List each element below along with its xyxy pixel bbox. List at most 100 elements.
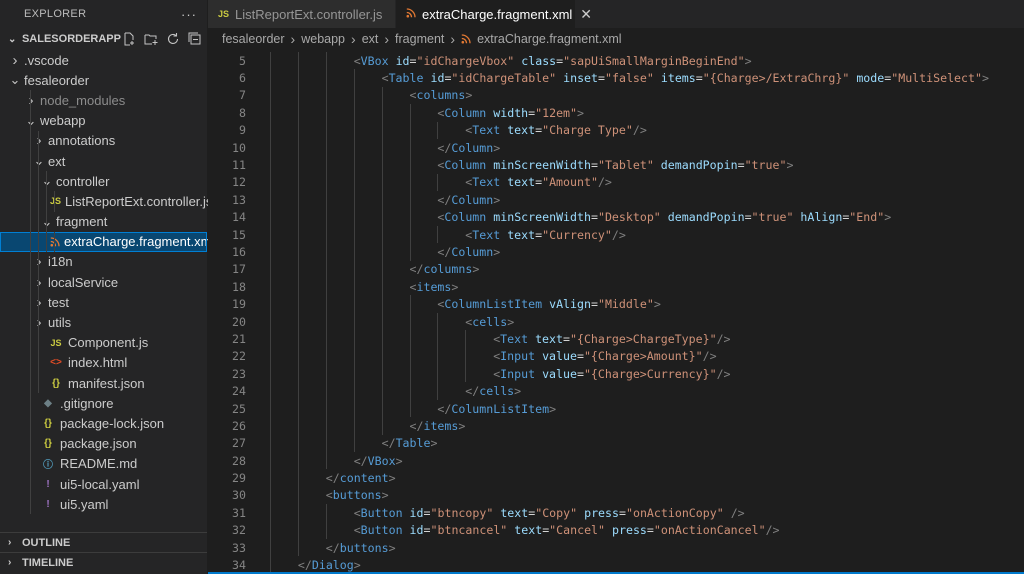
code-line[interactable]: 33 </buttons>: [208, 538, 1024, 557]
indent-guide: [353, 295, 355, 313]
timeline-section-header[interactable]: › TIMELINE: [0, 552, 207, 572]
indent-guide: [325, 69, 327, 87]
project-folder-header[interactable]: ⌄ SALESORDERAPP: [0, 28, 207, 50]
code-line[interactable]: 19 <ColumnListItem vAlign="Middle">: [208, 295, 1024, 313]
tree-folder[interactable]: ⌄ ext: [0, 150, 207, 172]
code-line[interactable]: 15 <Text text="Currency"/>: [208, 225, 1024, 244]
tree-file[interactable]: ! ui5.yaml: [0, 494, 207, 515]
outline-section-header[interactable]: › OUTLINE: [0, 532, 207, 552]
code-line[interactable]: 16 </Column>: [208, 243, 1024, 261]
code-line[interactable]: 27 </Table>: [208, 434, 1024, 452]
new-folder-icon[interactable]: [143, 31, 159, 47]
code-text: <items>: [409, 279, 459, 294]
code-line[interactable]: 18 <items>: [208, 278, 1024, 296]
code-line[interactable]: 8 <Column width="12em">: [208, 104, 1024, 122]
indent-guide: [437, 225, 439, 244]
project-name: SALESORDERAPP: [21, 33, 121, 45]
chevron-right-icon: ›: [28, 91, 34, 109]
tree-folder[interactable]: › node_modules: [0, 90, 207, 111]
indent-guide: [30, 352, 31, 373]
js-file-icon: JS: [218, 9, 230, 19]
tree-folder[interactable]: ⌄ controller: [0, 171, 207, 192]
code-line[interactable]: 17 </columns>: [208, 260, 1024, 279]
breadcrumb-item[interactable]: fragment: [395, 32, 444, 46]
indent-guide: [297, 330, 299, 348]
indent-guide: [409, 399, 411, 418]
rss-xml-icon: [50, 237, 60, 247]
tree-folder[interactable]: › annotations: [0, 130, 207, 151]
tree-file[interactable]: JS ListReportExt.controller.js: [0, 191, 212, 212]
code-text: </content>: [325, 471, 396, 486]
code-line[interactable]: 25 </ColumnListItem>: [208, 399, 1024, 418]
code-line[interactable]: 23 <Input value="{Charge>Currency}"/>: [208, 365, 1024, 383]
chevron-right-icon: ›: [351, 31, 356, 47]
line-number: 18: [232, 279, 246, 294]
info-file-icon: ⓘ: [43, 460, 53, 472]
tree-file[interactable]: ! ui5-local.yaml: [0, 473, 207, 495]
code-line[interactable]: 30 <buttons>: [208, 486, 1024, 505]
tree-folder[interactable]: ⌄ webapp: [0, 110, 207, 131]
code-line[interactable]: 22 <Input value="{Charge>Amount}"/>: [208, 347, 1024, 366]
breadcrumb-item[interactable]: ext: [362, 32, 379, 46]
code-line[interactable]: 11 <Column minScreenWidth="Tablet" demand…: [208, 156, 1024, 174]
code-editor[interactable]: 5 <VBox id="idChargeVbox" class="sapUiSma…: [208, 52, 1024, 574]
more-actions-icon[interactable]: ···: [181, 7, 197, 22]
tree-item-label: controller: [56, 173, 110, 189]
indent-guide: [297, 365, 299, 383]
tree-folder[interactable]: ⌄ fesaleorder: [0, 70, 207, 90]
code-line[interactable]: 7 <columns>: [208, 86, 1024, 105]
code-line[interactable]: 9 <Text text="Charge Type"/>: [208, 121, 1024, 139]
breadcrumb-item[interactable]: fesaleorder: [222, 32, 285, 46]
code-text: </Column>: [437, 192, 501, 207]
indent-guide: [437, 347, 439, 366]
code-line[interactable]: 24 </cells>: [208, 382, 1024, 400]
code-line[interactable]: 31 <Button id="btncopy" text="Copy" press…: [208, 504, 1024, 522]
code-line[interactable]: 32 <Button id="btncancel" text="Cancel" p…: [208, 521, 1024, 539]
tree-file[interactable]: <> index.html: [0, 352, 207, 373]
code-line[interactable]: 20 <cells>: [208, 312, 1024, 331]
close-icon[interactable]: ✕: [580, 6, 592, 23]
tree-file[interactable]: {} package.json: [0, 433, 207, 454]
code-line[interactable]: 21 <Text text="{Charge>ChargeType}"/>: [208, 330, 1024, 348]
tree-folder[interactable]: › i18n: [0, 251, 207, 273]
code-text: </cells>: [465, 384, 522, 399]
tree-folder[interactable]: ⌄ fragment: [0, 211, 207, 232]
tree-file[interactable]: {} package-lock.json: [0, 413, 207, 434]
code-line[interactable]: 12 <Text text="Amount"/>: [208, 173, 1024, 192]
code-line[interactable]: 6 <Table id="idChargeTable" inset="false"…: [208, 69, 1024, 87]
indent-guide: [325, 104, 327, 122]
new-file-icon[interactable]: [121, 31, 137, 47]
code-line[interactable]: 29 </content>: [208, 469, 1024, 487]
tree-folder[interactable]: › localService: [0, 272, 207, 293]
tree-folder[interactable]: › .vscode: [0, 50, 207, 70]
tab-file[interactable]: JS ListReportExt.controller.js: [208, 0, 396, 28]
refresh-icon[interactable]: [165, 31, 181, 47]
tree-file[interactable]: ⓘ README.md: [0, 453, 207, 474]
line-number: 31: [232, 505, 246, 520]
tree-file[interactable]: {} manifest.json: [0, 373, 207, 394]
code-line[interactable]: 14 <Column minScreenWidth="Desktop" deman…: [208, 208, 1024, 226]
code-line[interactable]: 13 </Column>: [208, 191, 1024, 209]
tab-active-file[interactable]: extraCharge.fragment.xml ✕: [396, 0, 592, 28]
breadcrumb-item[interactable]: webapp: [301, 32, 345, 46]
code-line[interactable]: 5 <VBox id="idChargeVbox" class="sapUiSma…: [208, 52, 1024, 70]
tree-file[interactable]: extraCharge.fragment.xml: [0, 231, 214, 252]
collapse-all-icon[interactable]: [187, 31, 203, 47]
indent-guide: [381, 121, 383, 139]
indent-guide: [30, 231, 31, 252]
breadcrumb-item[interactable]: extraCharge.fragment.xml: [477, 32, 622, 46]
code-line[interactable]: 10 </Column>: [208, 138, 1024, 157]
tree-folder[interactable]: › test: [0, 292, 207, 313]
tree-file[interactable]: ◆ .gitignore: [0, 393, 207, 414]
code-text: <Text text="Charge Type"/>: [465, 123, 647, 138]
tree-file[interactable]: JS Component.js: [0, 332, 207, 353]
indent-guide: [325, 278, 327, 296]
indent-guide: [270, 86, 271, 105]
chevron-right-icon: ›: [8, 537, 12, 548]
code-line[interactable]: 26 </items>: [208, 417, 1024, 435]
explorer-header: EXPLORER ···: [0, 0, 207, 28]
code-line[interactable]: 28 </VBox>: [208, 451, 1024, 470]
git-file-icon: ◆: [44, 397, 52, 409]
tree-folder[interactable]: › utils: [0, 312, 207, 333]
indent-guide: [297, 156, 299, 174]
